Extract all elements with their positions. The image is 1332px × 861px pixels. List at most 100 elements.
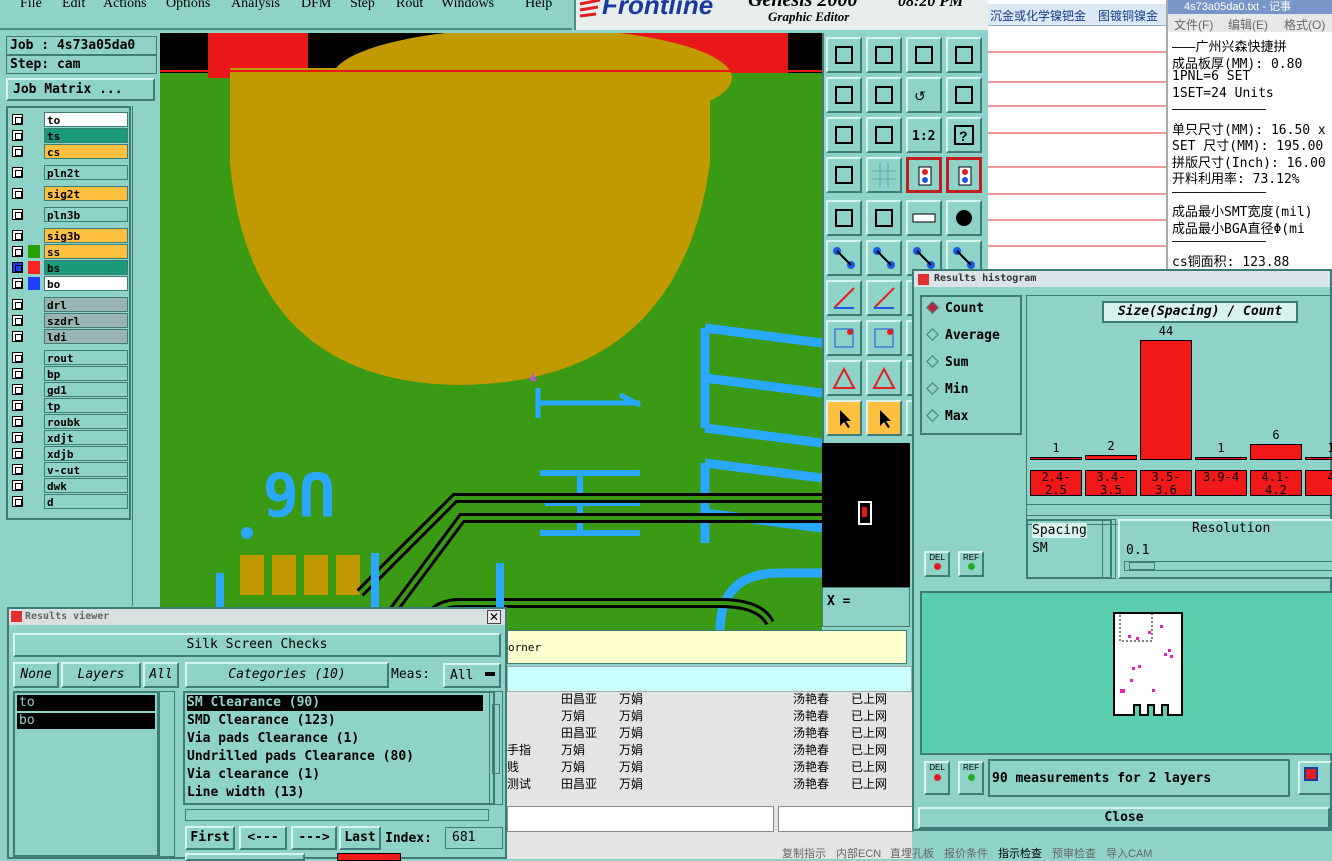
bar-category-label[interactable]: 3.9-4 [1195, 470, 1247, 496]
del-button[interactable]: DEL [924, 551, 950, 577]
menu-help[interactable]: Help [525, 0, 552, 12]
layer-color-swatch[interactable] [28, 314, 40, 327]
layer-checkbox[interactable] [12, 480, 23, 491]
tool-button-8-1[interactable] [866, 360, 902, 396]
layer-row-bp[interactable]: bp [10, 366, 128, 381]
last-button[interactable]: Last [339, 826, 381, 850]
spacing-scrollbar[interactable] [1102, 519, 1116, 579]
bar-category-label[interactable]: 2.4-2.5 [1030, 470, 1082, 497]
layer-color-swatch[interactable] [28, 245, 40, 258]
layer-color-swatch[interactable] [28, 383, 40, 396]
layer-color-swatch[interactable] [28, 367, 40, 380]
tool-button-0-2[interactable] [906, 37, 942, 73]
histogram-bar[interactable] [1250, 444, 1302, 460]
bg-input-2[interactable] [778, 806, 914, 832]
layer-row-bo[interactable]: bo [10, 276, 128, 291]
menu-dfm[interactable]: DFM [301, 0, 331, 12]
table-row[interactable]: 手指 万娟 万娟 汤艳春 已上网 [507, 740, 912, 757]
layer-color-swatch[interactable] [28, 447, 40, 460]
tool-button-0-1[interactable] [866, 37, 902, 73]
del-button-2[interactable]: DEL [924, 761, 950, 795]
layer-color-swatch[interactable] [28, 187, 40, 200]
layer-color-swatch[interactable] [28, 298, 40, 311]
layer-row-roubk[interactable]: roubk [10, 414, 128, 429]
tool-button-1-0[interactable] [826, 77, 862, 113]
bar-category-label[interactable]: 3.4-3.5 [1085, 470, 1137, 497]
tool-button-2-0[interactable] [826, 117, 862, 153]
layer-checkbox[interactable] [12, 496, 23, 507]
spacing-list[interactable]: Spacing SM [1026, 519, 1112, 579]
layer-row-xdjt[interactable]: xdjt [10, 430, 128, 445]
tool-button-2-1[interactable] [866, 117, 902, 153]
layer-checkbox[interactable] [12, 262, 23, 273]
histogram-bar[interactable] [1030, 457, 1082, 460]
menu-step[interactable]: Step [350, 0, 375, 12]
tool-button-2-2[interactable]: 1:2 [906, 117, 942, 153]
bar-category-label[interactable]: 3.5-3.6 [1140, 470, 1192, 497]
tab-nickel[interactable]: 沉金或化学镍钯金 [990, 7, 1086, 24]
tool-button-4-1[interactable] [866, 200, 902, 236]
layer-row-v-cut[interactable]: v-cut [10, 462, 128, 477]
layer-color-swatch[interactable] [28, 463, 40, 476]
layer-checkbox[interactable] [12, 299, 23, 310]
table-row[interactable]: 贱 万娟 万娟 汤艳春 已上网 [507, 757, 912, 774]
sm-item[interactable]: SM [1032, 541, 1048, 556]
table-row[interactable]: 田昌亚 万娟 汤艳春 已上网 [507, 689, 912, 706]
layer-color-swatch[interactable] [28, 431, 40, 444]
tool-button-7-1[interactable] [866, 320, 902, 356]
layer-row-sig3b[interactable]: sig3b [10, 228, 128, 243]
notepad-menu-edit[interactable]: 编辑(E) [1228, 16, 1268, 33]
layer-color-swatch[interactable] [28, 399, 40, 412]
menu-windows[interactable]: Windows [441, 0, 494, 12]
menu-rout[interactable]: Rout [396, 0, 423, 12]
layer-color-swatch[interactable] [28, 351, 40, 364]
check-item[interactable]: Undrilled pads Clearance (80) [187, 749, 483, 765]
checks-hscrollbar[interactable] [185, 809, 489, 821]
layer-color-swatch[interactable] [28, 145, 40, 158]
histogram-window-icon[interactable] [918, 274, 929, 285]
layer-row-bs[interactable]: bs [10, 260, 128, 275]
layer-row-szdrl[interactable]: szdrl [10, 313, 128, 328]
menu-actions[interactable]: Actions [103, 0, 147, 12]
tool-button-9-0[interactable] [826, 400, 862, 436]
window-menu-icon[interactable] [11, 611, 22, 622]
tool-button-8-0[interactable] [826, 360, 862, 396]
layer-checkbox[interactable] [12, 315, 23, 326]
mode-radio-sum[interactable]: Sum [926, 355, 968, 373]
tool-button-3-2[interactable] [906, 157, 942, 193]
layer-checkbox[interactable] [12, 230, 23, 241]
bottom-button-1[interactable] [185, 853, 305, 861]
layer-checkbox[interactable] [12, 352, 23, 363]
tool-button-0-3[interactable] [946, 37, 982, 73]
resolution-slider[interactable] [1124, 561, 1332, 571]
check-item[interactable]: Via clearance (1) [187, 767, 483, 783]
ref-button-2[interactable]: REF [958, 761, 984, 795]
layer-color-swatch[interactable] [28, 479, 40, 492]
bar-category-label[interactable]: 4.1-4.2 [1250, 470, 1302, 497]
layer-checkbox[interactable] [12, 278, 23, 289]
bg-input[interactable] [507, 806, 774, 832]
layer-row-ts[interactable]: ts [10, 128, 128, 143]
tool-button-1-2[interactable]: ↺ [906, 77, 942, 113]
bottom-button-2[interactable] [337, 853, 401, 861]
layer-checkbox[interactable] [12, 209, 23, 220]
checks-scrollbar[interactable] [489, 691, 503, 805]
result-layer-item[interactable]: bo [17, 713, 155, 729]
layer-row-tp[interactable]: tp [10, 398, 128, 413]
layer-list-scrollbar[interactable] [159, 691, 175, 857]
tool-button-3-1[interactable] [866, 157, 902, 193]
layer-row-ldi[interactable]: ldi [10, 329, 128, 344]
mini-map[interactable] [822, 443, 910, 587]
next-button[interactable]: ---> [291, 826, 337, 850]
tool-button-5-1[interactable] [866, 240, 902, 276]
tool-button-4-3[interactable] [946, 200, 982, 236]
layer-color-swatch[interactable] [28, 277, 40, 290]
results-viewer-titlebar[interactable]: Results viewer [9, 609, 505, 625]
tool-button-6-1[interactable] [866, 280, 902, 316]
menu-edit[interactable]: Edit [62, 0, 85, 12]
all-layers-button[interactable]: All [143, 662, 179, 688]
categories-button[interactable]: Categories (10) [185, 662, 389, 688]
layer-color-swatch[interactable] [28, 229, 40, 242]
layer-checkbox[interactable] [12, 130, 23, 141]
layer-row-rout[interactable]: rout [10, 350, 128, 365]
